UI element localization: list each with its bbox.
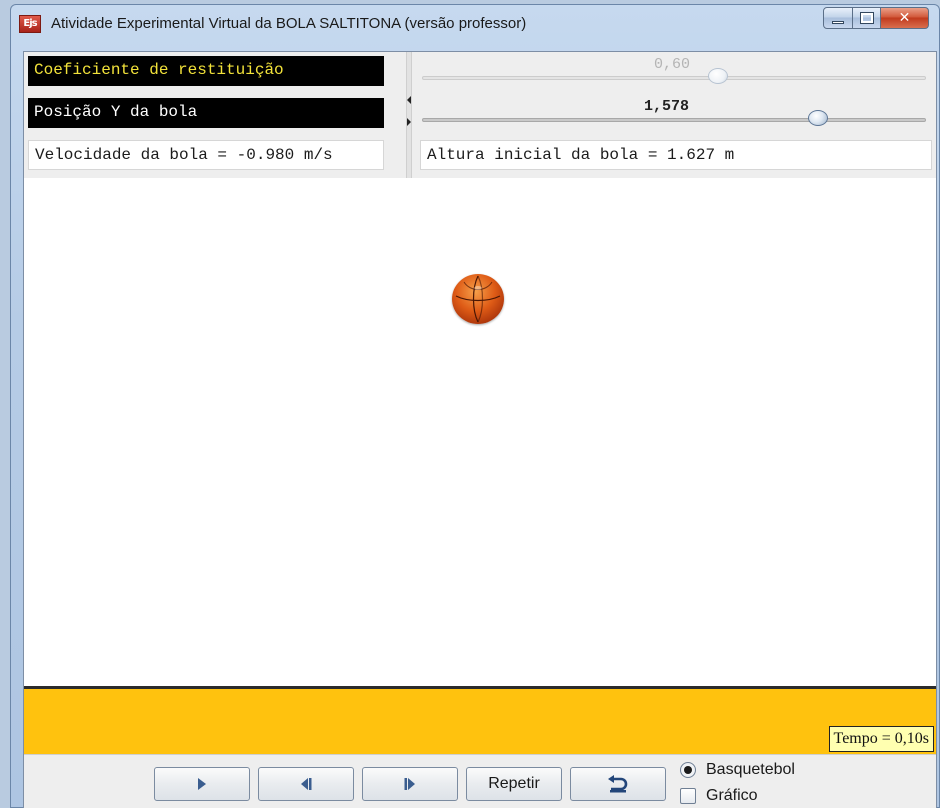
slider-value: 0,60: [654, 56, 691, 73]
grafico-option[interactable]: Gráfico: [680, 787, 758, 805]
undo-icon: [608, 775, 628, 793]
restitution-label: Coeficiente de restituição: [28, 56, 384, 86]
step-back-button[interactable]: [258, 767, 354, 801]
close-icon: ✕: [898, 10, 911, 26]
time-display: Tempo = 0,10s: [828, 726, 934, 752]
panel-splitter[interactable]: [406, 52, 412, 178]
initial-height-display: Altura inicial da bola = 1.627 m: [420, 140, 932, 170]
play-button[interactable]: [154, 767, 250, 801]
reset-button[interactable]: [570, 767, 666, 801]
grafico-checkbox[interactable]: [680, 788, 696, 804]
repeat-button[interactable]: Repetir: [466, 767, 562, 801]
velocity-display: Velocidade da bola = -0.980 m/s: [28, 140, 384, 170]
splitter-right-arrow-icon[interactable]: [407, 118, 411, 126]
basquetebol-radio[interactable]: [680, 762, 696, 778]
repeat-label: Repetir: [488, 775, 540, 792]
play-icon: [198, 778, 206, 790]
position-label: Posição Y da bola: [28, 98, 384, 128]
restitution-slider[interactable]: 0,60: [416, 56, 932, 86]
splitter-left-arrow-icon[interactable]: [407, 96, 411, 104]
step-forward-icon: [404, 778, 415, 790]
basketball-icon: [452, 274, 504, 324]
maximize-icon: [859, 12, 874, 24]
radio-selected-dot: [684, 766, 692, 774]
controls-panel: Coeficiente de restituição Posição Y da …: [24, 52, 936, 178]
position-slider[interactable]: 1,578: [416, 98, 932, 128]
basquetebol-label: Basquetebol: [706, 761, 795, 778]
slider-value: 1,578: [644, 98, 690, 115]
grafico-label: Gráfico: [706, 787, 758, 804]
maximize-button[interactable]: [853, 7, 881, 29]
step-back-icon: [301, 778, 312, 790]
window-title: Atividade Experimental Virtual da BOLA S…: [51, 15, 527, 32]
slider-track: [422, 118, 926, 122]
app-window: Ejs Atividade Experimental Virtual da BO…: [10, 4, 940, 808]
slider-thumb[interactable]: [708, 68, 728, 84]
minimize-icon: [832, 20, 844, 24]
close-button[interactable]: ✕: [881, 7, 929, 29]
step-forward-button[interactable]: [362, 767, 458, 801]
basquetebol-option[interactable]: Basquetebol: [680, 761, 795, 779]
client-area: Coeficiente de restituição Posição Y da …: [23, 51, 937, 808]
app-icon: Ejs: [19, 15, 41, 33]
simulation-canvas: [24, 178, 936, 686]
ball-seams: [455, 275, 501, 323]
minimize-button[interactable]: [823, 7, 853, 29]
slider-track: [422, 76, 926, 80]
title-bar[interactable]: Ejs Atividade Experimental Virtual da BO…: [11, 5, 939, 45]
floor: Tempo = 0,10s: [24, 686, 936, 754]
slider-thumb[interactable]: [808, 110, 828, 126]
bottom-toolbar: Repetir Basquetebol Gráfico: [24, 754, 936, 808]
window-controls: ✕: [823, 7, 929, 31]
